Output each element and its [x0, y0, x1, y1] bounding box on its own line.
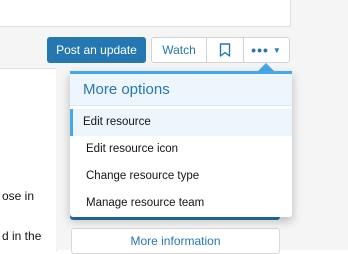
menu-item-manage-resource-team[interactable]: Manage resource team	[70, 190, 292, 217]
more-information-button[interactable]: More information	[71, 228, 280, 254]
menu-item-edit-resource-icon[interactable]: Edit resource icon	[70, 136, 292, 163]
menu-item-edit-resource[interactable]: Edit resource	[70, 109, 292, 136]
more-options-button[interactable]: ••• ▼	[244, 38, 289, 62]
chevron-down-icon: ▼	[272, 45, 282, 55]
post-update-button[interactable]: Post an update	[47, 37, 146, 63]
menu-pointer	[258, 63, 274, 71]
header-card	[0, 0, 291, 27]
resource-action-group: Watch ••• ▼	[151, 37, 290, 63]
menu-item-change-resource-type[interactable]: Change resource type	[70, 163, 292, 190]
bookmark-icon	[219, 43, 231, 57]
menu-title: More options	[70, 74, 292, 106]
main-content-card	[0, 68, 57, 251]
watch-button[interactable]: Watch	[152, 38, 207, 62]
more-options-menu: More options Edit resource Edit resource…	[70, 71, 292, 217]
content-text-fragment: d in the	[2, 229, 42, 243]
ellipsis-icon: •••	[251, 42, 269, 58]
bookmark-button[interactable]	[207, 38, 244, 62]
content-text-fragment: ose in	[2, 189, 35, 203]
